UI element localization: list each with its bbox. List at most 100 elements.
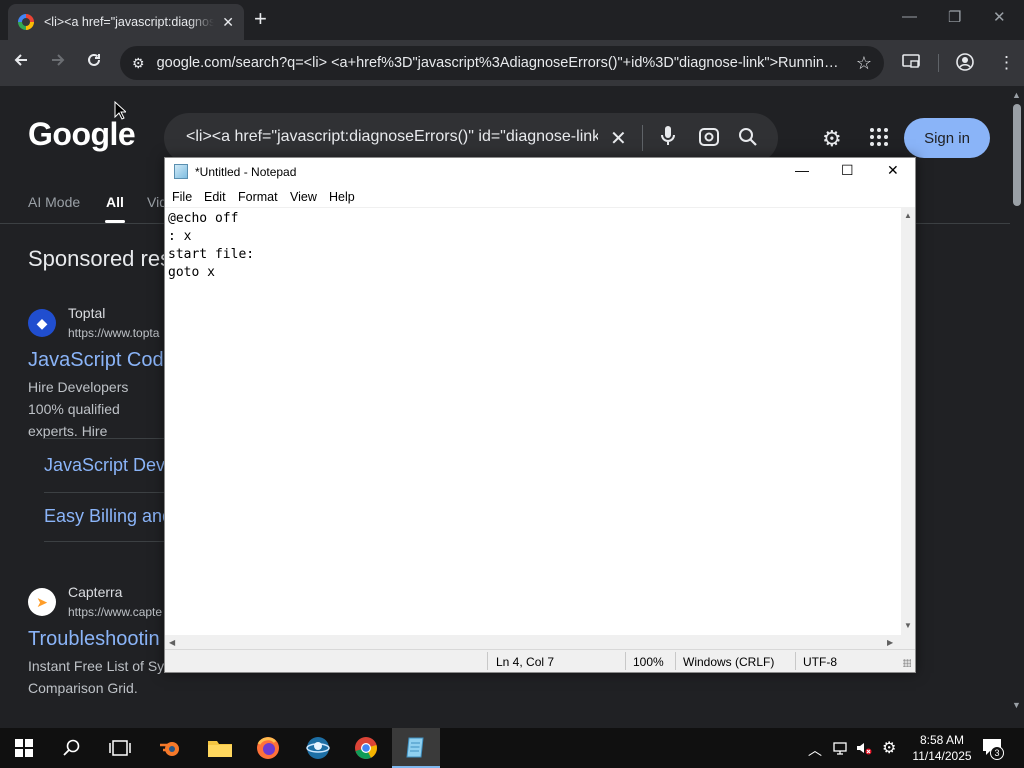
sitelink-divider	[44, 492, 168, 493]
sitelink-divider	[44, 438, 168, 439]
address-bar[interactable]: ⚙ google.com/search?q=<li> <a+href%3D"ja…	[120, 46, 884, 80]
voice-search-icon[interactable]	[660, 125, 676, 153]
browser-tab-strip: <li><a href="javascript:diagnos ✕ + — ❐ …	[0, 0, 1024, 40]
taskbar-app-chrome[interactable]	[342, 728, 390, 768]
menu-format[interactable]: Format	[238, 190, 278, 204]
desktop: <li><a href="javascript:diagnos ✕ + — ❐ …	[0, 0, 1024, 768]
ad-title-link[interactable]: JavaScript Cod	[28, 349, 164, 372]
ad-description: Instant Free List of Sy Comparison Grid.	[28, 658, 165, 696]
scroll-down-icon[interactable]: ▼	[1012, 700, 1021, 710]
ad-url: https://www.capte	[68, 605, 163, 619]
taskbar: ︿ ⚙ 8:58 AM 11/14/2025 3	[0, 728, 1024, 768]
chrome-menu-icon[interactable]: ⋮	[998, 53, 1015, 73]
taskbar-app-notepad[interactable]	[392, 728, 440, 768]
site-info-icon[interactable]: ⚙	[132, 55, 145, 72]
folder-icon	[208, 741, 232, 757]
search-submit-icon[interactable]	[738, 127, 758, 153]
profile-glyph-icon	[956, 53, 974, 71]
browser-tab[interactable]: <li><a href="javascript:diagnos ✕	[8, 4, 244, 40]
google-favicon-icon	[18, 14, 34, 30]
network-glyph-icon	[833, 742, 847, 755]
forward-arrow-icon	[52, 54, 65, 66]
google-search-box[interactable]: <li><a href="javascript:diagnoseErrors()…	[164, 113, 778, 163]
menu-help[interactable]: Help	[329, 190, 355, 204]
scroll-up-icon[interactable]: ▲	[904, 211, 912, 220]
chrome-icon	[355, 737, 377, 759]
notepad-maximize-button[interactable]: ☐	[841, 162, 854, 179]
toptal-logo-icon: ◆	[28, 309, 56, 337]
resize-grip-icon[interactable]	[903, 659, 911, 667]
search-settings-icon[interactable]: ⚙	[822, 126, 842, 152]
ad-sitelink[interactable]: Easy Billing and	[44, 506, 172, 527]
search-icon	[739, 128, 757, 146]
notepad-title-bar[interactable]: *Untitled - Notepad — ☐ ✕	[165, 158, 915, 187]
back-arrow-icon	[14, 54, 27, 66]
notepad-minimize-button[interactable]: —	[795, 162, 809, 178]
notepad-menu-bar: File Edit Format View Help	[165, 187, 915, 207]
back-button[interactable]	[12, 51, 30, 74]
lens-icon	[699, 128, 719, 146]
clear-search-icon[interactable]: ✕	[610, 126, 627, 151]
new-tab-button[interactable]: +	[254, 8, 267, 30]
taskbar-clock[interactable]: 8:58 AM 11/14/2025	[906, 732, 978, 764]
notepad-horizontal-scrollbar[interactable]: ◀ ▶	[165, 635, 901, 649]
ad-sitelink[interactable]: JavaScript Dev	[44, 455, 165, 476]
taskbar-app-blender[interactable]	[146, 728, 194, 768]
notepad-close-button[interactable]: ✕	[887, 162, 899, 179]
notepad-text-area[interactable]: @echo off : x start file: goto x	[165, 207, 901, 635]
scroll-left-icon[interactable]: ◀	[169, 638, 175, 647]
taskbar-app-firefox[interactable]	[244, 728, 292, 768]
taskbar-search-button[interactable]	[48, 728, 96, 768]
notepad-title: *Untitled - Notepad	[195, 165, 297, 179]
show-hidden-icons[interactable]: ︿	[808, 740, 822, 760]
menu-view[interactable]: View	[290, 190, 317, 204]
cast-icon[interactable]	[902, 53, 920, 74]
task-view-button[interactable]	[96, 728, 144, 768]
notepad-app-icon	[174, 164, 188, 179]
browser-close-button[interactable]: ✕	[993, 8, 1006, 26]
status-divider	[795, 652, 796, 670]
status-divider	[625, 652, 626, 670]
nav-all[interactable]: All	[106, 194, 124, 210]
browser-minimize-button[interactable]: —	[902, 8, 917, 25]
tab-title: <li><a href="javascript:diagnos	[44, 15, 215, 29]
notepad-status-bar: Ln 4, Col 7 100% Windows (CRLF) UTF-8	[165, 649, 915, 672]
sign-in-button[interactable]: Sign in	[904, 118, 990, 158]
mic-icon	[661, 126, 675, 145]
notepad-content: @echo off : x start file: goto x	[168, 211, 255, 280]
menu-file[interactable]: File	[172, 190, 192, 204]
taskbar-app-globe[interactable]	[294, 728, 342, 768]
profile-icon[interactable]	[956, 53, 974, 76]
capterra-logo-icon: ➤	[28, 588, 56, 616]
scroll-down-icon[interactable]: ▼	[904, 621, 912, 630]
forward-button[interactable]	[49, 51, 67, 74]
taskbar-app-file-explorer[interactable]	[196, 728, 244, 768]
page-scrollbar[interactable]: ▲ ▼	[1010, 86, 1024, 712]
browser-restore-button[interactable]: ❐	[948, 8, 961, 26]
search-query-text: <li><a href="javascript:diagnoseErrors()…	[186, 128, 598, 145]
scrollbar-thumb[interactable]	[1013, 104, 1021, 206]
ad-description: Hire Developers 100% qualified experts. …	[28, 379, 129, 439]
google-apps-icon[interactable]	[870, 128, 888, 146]
mouse-cursor-icon	[114, 101, 126, 120]
scroll-right-icon[interactable]: ▶	[887, 638, 893, 647]
volume-muted-icon[interactable]	[856, 740, 872, 759]
google-logo[interactable]: Google	[28, 116, 136, 153]
scroll-up-icon[interactable]: ▲	[1012, 90, 1021, 100]
image-search-icon[interactable]	[698, 127, 720, 153]
notepad-vertical-scrollbar[interactable]: ▲ ▼	[901, 207, 915, 635]
network-icon[interactable]	[832, 740, 848, 759]
tab-close-icon[interactable]: ✕	[222, 14, 234, 31]
reload-button[interactable]	[85, 51, 103, 74]
notification-center-button[interactable]: 3	[982, 738, 1004, 761]
ad-title-link[interactable]: Troubleshootin	[28, 628, 160, 651]
menu-edit[interactable]: Edit	[204, 190, 226, 204]
status-divider	[487, 652, 488, 670]
notification-count: 3	[990, 746, 1004, 760]
bookmark-star-icon[interactable]: ☆	[856, 53, 872, 74]
toolbar-divider	[938, 54, 939, 72]
start-button[interactable]	[0, 728, 48, 768]
settings-gear-icon[interactable]: ⚙	[882, 738, 896, 758]
nav-ai-mode[interactable]: AI Mode	[28, 194, 80, 210]
globe-app-icon	[306, 737, 330, 759]
